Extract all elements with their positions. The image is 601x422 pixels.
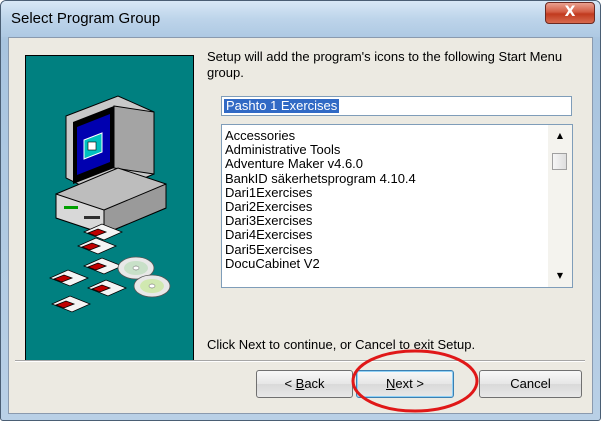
cancel-button-label: Cancel <box>510 376 551 391</box>
close-button[interactable]: X <box>545 2 595 24</box>
next-button[interactable]: Next > <box>356 370 454 398</box>
program-group-item[interactable]: Dari3Exercises <box>225 214 545 228</box>
program-group-item[interactable]: Administrative Tools <box>225 143 545 157</box>
setup-description: Setup will add the program's icons to th… <box>207 49 563 80</box>
program-group-item[interactable]: Adventure Maker v4.6.0 <box>225 157 545 171</box>
scroll-down-arrow-icon[interactable]: ▼ <box>548 266 572 286</box>
setup-artwork <box>48 95 171 313</box>
window-title: Select Program Group <box>11 10 161 27</box>
cd-disc-icon <box>117 256 171 298</box>
setup-artwork-panel <box>25 55 194 361</box>
listbox-scrollbar[interactable]: ▲ ▼ <box>548 125 572 287</box>
back-button[interactable]: < Back <box>256 370 353 398</box>
program-group-item[interactable]: DocuCabinet V2 <box>225 256 545 271</box>
computer-icon <box>55 95 167 235</box>
program-group-name-value: Pashto 1 Exercises <box>224 98 340 113</box>
title-bar[interactable]: Select Program Group X <box>1 1 600 37</box>
program-group-item[interactable]: Dari4Exercises <box>225 228 545 242</box>
program-group-item[interactable]: Dari2Exercises <box>225 199 545 214</box>
close-icon: X <box>564 4 576 20</box>
setup-dialog-window: Select Program Group X Setup will add th… <box>0 0 601 421</box>
floppy-disk-icon <box>48 223 128 313</box>
program-group-list: Accessories Administrative Tools Adventure… <box>225 128 545 271</box>
scrollbar-thumb[interactable] <box>552 153 567 170</box>
program-group-name-input[interactable]: Pashto 1 Exercises <box>221 96 572 116</box>
program-group-item[interactable]: BankID säkerhetsprogram 4.10.4 <box>225 171 545 186</box>
button-separator <box>15 360 585 362</box>
program-group-item[interactable]: Accessories <box>225 128 545 143</box>
next-button-accelerator: N <box>386 376 396 391</box>
program-group-listbox[interactable]: Accessories Administrative Tools Adventure… <box>221 124 573 288</box>
scroll-up-arrow-icon[interactable]: ▲ <box>548 126 572 146</box>
program-group-item[interactable]: Dari1Exercises <box>225 185 545 200</box>
footer-instruction: Click Next to continue, or Cancel to exi… <box>207 337 476 352</box>
back-button-label: ack <box>304 376 325 391</box>
cancel-button[interactable]: Cancel <box>479 370 582 398</box>
back-button-prefix: < <box>284 376 296 391</box>
program-group-item[interactable]: Dari5Exercises <box>225 242 545 257</box>
next-button-label: ext > <box>395 376 424 391</box>
